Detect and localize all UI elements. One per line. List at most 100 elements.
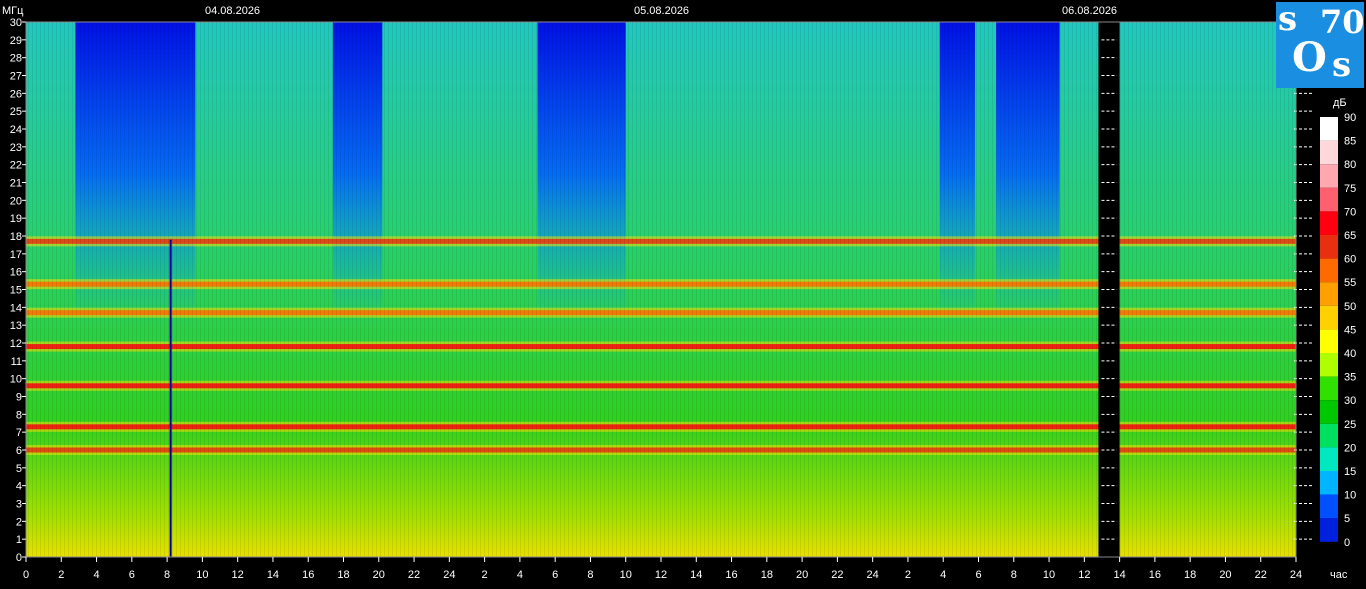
x-axis-ticks: 0 2 4 6 8 10 12 14 16 18 20 22 24 2 4 6 8 10 12 14 16 18 20 22 2… bbox=[23, 557, 1302, 581]
colorbar-tick-label: 20 bbox=[1344, 442, 1356, 454]
y-tick-label: 30 bbox=[10, 17, 22, 29]
x-tick-label: 24 bbox=[1290, 569, 1302, 581]
logo-letter-s1: s bbox=[1278, 0, 1298, 39]
colorbar: 908580757065605550454035302520151050 bbox=[1320, 112, 1356, 549]
y-tick-label: 17 bbox=[10, 249, 22, 261]
colorbar-segment bbox=[1320, 518, 1338, 542]
y-tick-label: 19 bbox=[10, 213, 22, 225]
x-tick-label: 4 bbox=[517, 569, 523, 581]
x-tick-label: 2 bbox=[482, 569, 488, 581]
y-tick-label: 7 bbox=[16, 427, 22, 439]
x-tick-label: 24 bbox=[867, 569, 879, 581]
x-tick-label: 12 bbox=[232, 569, 244, 581]
colorbar-segment bbox=[1320, 258, 1338, 283]
colorbar-unit-label: дБ bbox=[1333, 97, 1347, 109]
colorbar-segment bbox=[1320, 423, 1338, 448]
y-tick-label: 1 bbox=[16, 534, 22, 546]
colorbar-segment bbox=[1320, 329, 1338, 353]
x-tick-label: 16 bbox=[1149, 569, 1161, 581]
x-tick-label: 16 bbox=[725, 569, 737, 581]
y-tick-label: 4 bbox=[16, 481, 22, 493]
x-tick-label: 12 bbox=[1078, 569, 1090, 581]
colorbar-tick-label: 90 bbox=[1344, 112, 1356, 124]
y-tick-label: 2 bbox=[16, 516, 22, 528]
colorbar-tick-label: 30 bbox=[1344, 395, 1356, 407]
colorbar-tick-label: 70 bbox=[1344, 206, 1356, 218]
y-tick-label: 8 bbox=[16, 409, 22, 421]
y-tick-label: 24 bbox=[10, 124, 22, 136]
colorbar-segment bbox=[1320, 305, 1338, 330]
y-tick-label: 16 bbox=[10, 267, 22, 279]
y-tick-label: 12 bbox=[10, 338, 22, 350]
y-tick-label: 21 bbox=[10, 178, 22, 190]
colorbar-tick-label: 25 bbox=[1344, 419, 1356, 431]
colorbar-segment bbox=[1320, 117, 1338, 141]
colorbar-tick-label: 50 bbox=[1344, 301, 1356, 313]
x-tick-label: 6 bbox=[975, 569, 981, 581]
colorbar-tick-label: 15 bbox=[1344, 466, 1356, 478]
y-tick-label: 3 bbox=[16, 499, 22, 511]
colorbar-segment bbox=[1320, 494, 1338, 519]
y-tick-label: 27 bbox=[10, 71, 22, 83]
sos70-logo: s 70 O s bbox=[1276, 0, 1365, 88]
y-tick-label: 11 bbox=[11, 356, 22, 368]
date-label-2: 05.08.2026 bbox=[634, 5, 689, 17]
colorbar-tick-label: 35 bbox=[1344, 372, 1356, 384]
colorbar-segment bbox=[1320, 447, 1338, 471]
x-tick-label: 20 bbox=[796, 569, 808, 581]
colorbar-segment bbox=[1320, 211, 1338, 235]
x-tick-label: 4 bbox=[93, 569, 99, 581]
y-tick-label: 23 bbox=[10, 142, 22, 154]
x-tick-label: 10 bbox=[620, 569, 632, 581]
x-tick-label: 4 bbox=[940, 569, 946, 581]
y-tick-label: 15 bbox=[10, 285, 22, 297]
colorbar-tick-label: 85 bbox=[1344, 136, 1356, 148]
x-tick-label: 8 bbox=[1011, 569, 1017, 581]
x-tick-label: 8 bbox=[164, 569, 170, 581]
x-tick-label: 14 bbox=[267, 569, 279, 581]
x-tick-label: 10 bbox=[196, 569, 208, 581]
x-tick-label: 2 bbox=[58, 569, 64, 581]
y-tick-label: 9 bbox=[16, 392, 22, 404]
x-tick-label: 24 bbox=[443, 569, 455, 581]
colorbar-segment bbox=[1320, 353, 1338, 377]
y-axis-ticks: 0123456789101112131415161718192021222324… bbox=[10, 17, 26, 564]
colorbar-tick-label: 80 bbox=[1344, 159, 1356, 171]
colorbar-tick-label: 65 bbox=[1344, 230, 1356, 242]
x-tick-label: 18 bbox=[761, 569, 773, 581]
y-tick-label: 26 bbox=[10, 88, 22, 100]
colorbar-segment bbox=[1320, 471, 1338, 495]
y-tick-label: 0 bbox=[16, 552, 22, 564]
x-tick-label: 20 bbox=[1219, 569, 1231, 581]
date-label-1: 04.08.2026 bbox=[205, 5, 260, 17]
x-tick-label: 22 bbox=[1255, 569, 1267, 581]
y-tick-label: 28 bbox=[10, 53, 22, 65]
colorbar-tick-label: 40 bbox=[1344, 348, 1356, 360]
x-tick-label: 6 bbox=[552, 569, 558, 581]
x-tick-label: 12 bbox=[655, 569, 667, 581]
y-tick-label: 6 bbox=[16, 445, 22, 457]
x-tick-label: 16 bbox=[302, 569, 314, 581]
colorbar-tick-label: 45 bbox=[1344, 324, 1356, 336]
colorbar-tick-label: 0 bbox=[1344, 537, 1350, 549]
y-tick-label: 5 bbox=[16, 463, 22, 475]
colorbar-segment bbox=[1320, 164, 1338, 188]
x-tick-label: 6 bbox=[129, 569, 135, 581]
x-tick-label: 0 bbox=[23, 569, 29, 581]
y-tick-label: 13 bbox=[10, 320, 22, 332]
x-axis-unit-label: час bbox=[1330, 569, 1348, 581]
y-axis-unit-label: МГц bbox=[2, 5, 24, 17]
date-label-3: 06.08.2026 bbox=[1062, 5, 1117, 17]
x-tick-label: 2 bbox=[905, 569, 911, 581]
x-tick-label: 10 bbox=[1043, 569, 1055, 581]
colorbar-tick-label: 10 bbox=[1344, 490, 1356, 502]
logo-letter-o: O bbox=[1292, 34, 1327, 81]
x-tick-label: 20 bbox=[373, 569, 385, 581]
spectrogram-plot-area bbox=[26, 22, 1296, 557]
x-tick-label: 14 bbox=[690, 569, 702, 581]
colorbar-segment bbox=[1320, 187, 1338, 212]
logo-letter-s2: s bbox=[1332, 45, 1352, 85]
colorbar-segment bbox=[1320, 235, 1338, 259]
spectrogram-chart: МГц час 04.08.2026 05.08.2026 06.08.2026… bbox=[2, 5, 1356, 581]
y-tick-label: 29 bbox=[10, 35, 22, 47]
